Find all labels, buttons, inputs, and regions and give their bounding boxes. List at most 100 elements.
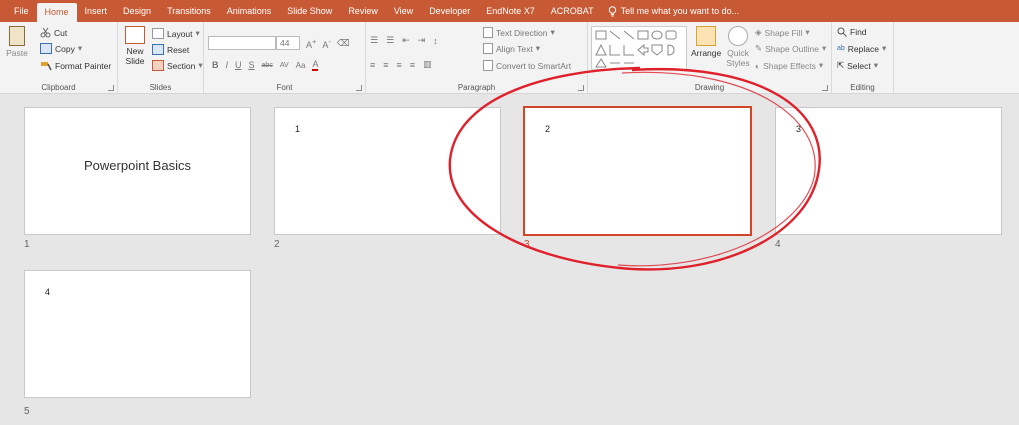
format-painter-button[interactable]: Format Painter — [40, 60, 111, 71]
paste-button[interactable]: Paste — [5, 26, 29, 58]
group-paragraph: ☰ ☰ ⇤ ⇥ ↕ ≡ ≡ ≡ ≡ ▥ Text Direction ▾ Ali… — [366, 22, 588, 94]
strikethrough-icon[interactable]: abc — [262, 62, 273, 69]
slide-content: 1 — [295, 124, 301, 134]
tab-file[interactable]: File — [6, 0, 37, 22]
grow-font-icon[interactable]: A+ — [306, 37, 316, 50]
font-group-label: Font — [276, 83, 293, 92]
font-format-buttons: B I U S abc AV Aa A — [212, 59, 319, 71]
replace-button[interactable]: ab Replace ▾ — [837, 43, 886, 54]
bold-icon[interactable]: B — [212, 60, 219, 70]
copy-label: Copy — [55, 43, 75, 54]
shape-outline-button[interactable]: ✎ Shape Outline ▾ — [755, 43, 826, 54]
bullets-icon[interactable]: ☰ — [370, 35, 378, 46]
tab-insert[interactable]: Insert — [77, 0, 116, 22]
group-slides: New Slide Layout ▾ Reset Section ▾ Slide… — [118, 22, 204, 94]
quick-styles-icon — [728, 26, 748, 46]
slide-content: 3 — [796, 124, 802, 134]
underline-icon[interactable]: U — [235, 60, 242, 70]
effects-icon: ◐ — [755, 60, 761, 71]
increase-indent-icon[interactable]: ⇥ — [418, 35, 426, 46]
new-slide-icon — [125, 26, 145, 44]
shape-effects-label: Shape Effects — [763, 60, 816, 71]
font-dialog-launcher-icon[interactable] — [356, 85, 362, 91]
replace-icon: ab — [837, 45, 845, 52]
slide-number-4: 4 — [775, 239, 781, 250]
quick-styles-button[interactable]: Quick Styles — [723, 26, 753, 68]
align-center-icon[interactable]: ≡ — [383, 60, 388, 70]
tell-me-box[interactable]: Tell me what you want to do... — [602, 0, 746, 22]
paint-bucket-icon: ◈ — [755, 27, 762, 37]
layout-button[interactable]: Layout ▾ — [152, 28, 200, 39]
tab-design[interactable]: Design — [115, 0, 159, 22]
layout-label: Layout — [167, 28, 193, 39]
copy-button[interactable]: Copy ▾ — [40, 43, 82, 54]
font-name-box[interactable] — [208, 36, 276, 50]
section-button[interactable]: Section ▾ — [152, 60, 203, 71]
layout-icon — [152, 28, 164, 39]
slide-thumbnail-1[interactable]: Powerpoint Basics — [24, 107, 251, 235]
text-direction-button[interactable]: Text Direction ▾ — [483, 27, 555, 38]
numbering-icon[interactable]: ☰ — [386, 35, 394, 46]
line-spacing-icon[interactable]: ↕ — [433, 36, 438, 46]
tab-view[interactable]: View — [386, 0, 421, 22]
convert-smartart-button[interactable]: Convert to SmartArt — [483, 60, 571, 71]
clipboard-dialog-launcher-icon[interactable] — [108, 85, 114, 91]
copy-icon — [40, 43, 52, 54]
chevron-down-icon: ▾ — [535, 43, 540, 53]
font-color-icon[interactable]: A — [312, 59, 319, 71]
decrease-indent-icon[interactable]: ⇤ — [402, 35, 410, 46]
char-spacing-icon[interactable]: AV — [280, 62, 289, 69]
shrink-font-icon[interactable]: A- — [322, 37, 331, 50]
reset-button[interactable]: Reset — [152, 44, 189, 55]
slide-number-2: 2 — [274, 239, 280, 250]
shape-effects-button[interactable]: ◐ Shape Effects ▾ — [755, 60, 823, 71]
pen-icon: ✎ — [755, 43, 763, 53]
shadow-icon[interactable]: S — [249, 60, 255, 70]
change-case-icon[interactable]: Aa — [296, 61, 306, 70]
tab-transitions[interactable]: Transitions — [159, 0, 219, 22]
scissors-icon — [40, 27, 51, 38]
tab-developer[interactable]: Developer — [421, 0, 478, 22]
section-icon — [152, 60, 164, 71]
slide-thumbnail-2[interactable]: 1 — [274, 107, 501, 235]
reset-label: Reset — [167, 44, 190, 55]
align-left-icon[interactable]: ≡ — [370, 60, 375, 70]
arrange-button[interactable]: Arrange — [691, 26, 721, 58]
italic-icon[interactable]: I — [226, 60, 229, 70]
ribbon: Paste Cut Copy ▾ Format Painter Clipboar… — [0, 22, 1019, 94]
tab-review[interactable]: Review — [340, 0, 386, 22]
font-size-box[interactable]: 44 — [276, 36, 300, 50]
tab-animations[interactable]: Animations — [219, 0, 280, 22]
justify-icon[interactable]: ≡ — [410, 60, 415, 70]
paragraph-dialog-launcher-icon[interactable] — [578, 85, 584, 91]
columns-icon[interactable]: ▥ — [423, 59, 432, 70]
find-button[interactable]: Find — [837, 27, 867, 37]
section-label: Section — [167, 60, 196, 71]
drawing-dialog-launcher-icon[interactable] — [822, 85, 828, 91]
shapes-gallery[interactable] — [591, 26, 687, 70]
chevron-down-icon: ▾ — [550, 27, 555, 37]
search-icon — [837, 27, 847, 37]
select-button[interactable]: ⇱ Select ▾ — [837, 60, 878, 71]
tab-acrobat[interactable]: ACROBAT — [543, 0, 602, 22]
tab-slide-show[interactable]: Slide Show — [279, 0, 340, 22]
group-editing: Find ab Replace ▾ ⇱ Select ▾ Editing — [832, 22, 894, 94]
clear-format-icon[interactable]: ⌫ — [337, 38, 350, 49]
chevron-down-icon: ▾ — [822, 43, 827, 53]
align-text-button[interactable]: Align Text ▾ — [483, 43, 540, 54]
group-font: 44 A+ A- ⌫ B I U S abc AV Aa A Font — [204, 22, 366, 94]
slide-thumbnail-5[interactable]: 4 — [24, 270, 251, 398]
tab-home[interactable]: Home — [36, 3, 77, 22]
cut-label: Cut — [54, 27, 68, 38]
arrange-label: Arrange — [691, 48, 722, 58]
shape-fill-button[interactable]: ◈ Shape Fill ▾ — [755, 27, 810, 38]
slide-thumbnail-3[interactable]: 2 — [523, 106, 752, 236]
align-right-icon[interactable]: ≡ — [397, 60, 402, 70]
chevron-down-icon: ▾ — [77, 43, 83, 53]
cut-button[interactable]: Cut — [40, 27, 67, 38]
slide-thumbnail-4[interactable]: 3 — [775, 107, 1002, 235]
replace-label: Replace — [847, 43, 879, 54]
group-drawing: Arrange Quick Styles ◈ Shape Fill ▾ ✎ Sh… — [588, 22, 832, 94]
new-slide-button[interactable]: New Slide — [120, 26, 150, 66]
tab-endnote[interactable]: EndNote X7 — [478, 0, 543, 22]
